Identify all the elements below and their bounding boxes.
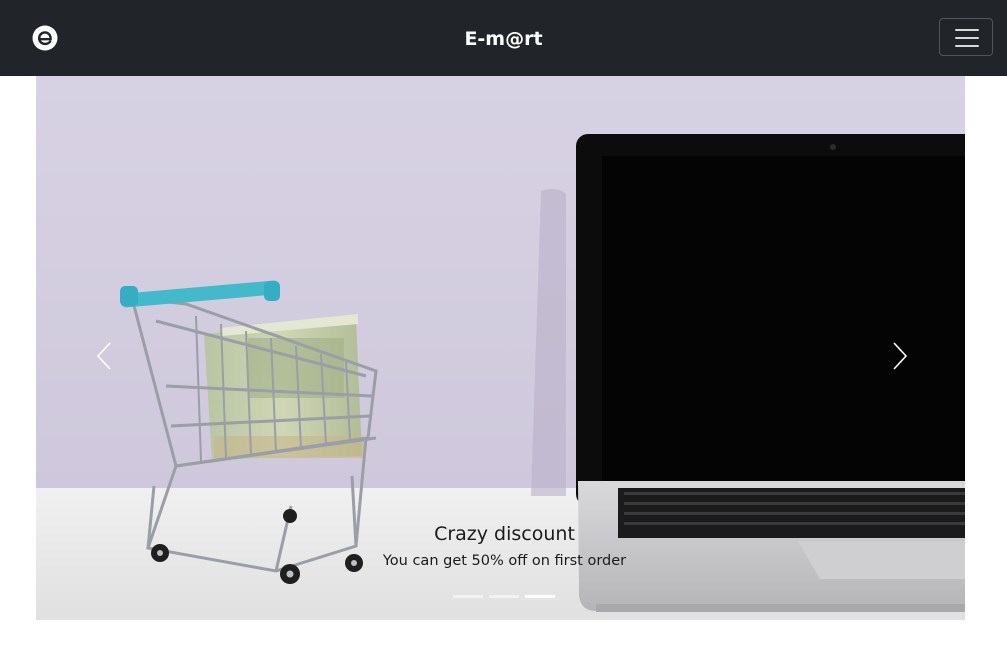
- navbar-brand[interactable]: E-m@rt: [0, 0, 1007, 76]
- carousel-prev-button[interactable]: [76, 301, 136, 411]
- carousel-indicator-1[interactable]: [453, 591, 483, 601]
- e-logo-icon: [32, 25, 58, 51]
- carousel-next-button[interactable]: [870, 301, 930, 411]
- brand-logo[interactable]: [32, 25, 58, 51]
- hero-carousel: Crazy discount You can get 50% off on fi…: [36, 76, 965, 620]
- caption-title: Crazy discount: [434, 523, 575, 545]
- navbar-toggler-button[interactable]: [939, 18, 993, 56]
- caption-text: You can get 50% off on first order: [382, 553, 627, 569]
- carousel-indicator-2[interactable]: [489, 591, 519, 601]
- money-bills: [204, 314, 364, 460]
- hamburger-menu-icon: [955, 29, 979, 31]
- navbar: E-m@rt: [0, 0, 1007, 76]
- chevron-right-icon: [893, 342, 908, 370]
- chevron-left-icon: [96, 342, 111, 370]
- carousel-indicators: [453, 591, 563, 601]
- carousel-indicator-3[interactable]: [525, 591, 555, 601]
- carousel-caption: Crazy discount You can get 50% off on fi…: [36, 522, 965, 571]
